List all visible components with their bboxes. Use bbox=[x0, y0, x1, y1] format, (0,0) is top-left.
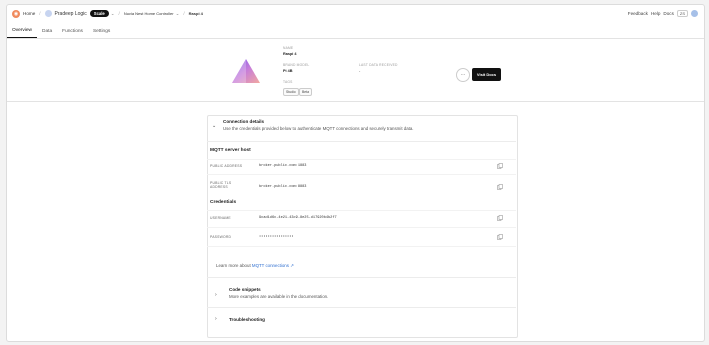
connection-description: Use the credentials provided below to au… bbox=[223, 126, 414, 131]
brand-field-label: BRAND MODEL bbox=[283, 63, 310, 67]
workspace-avatar bbox=[44, 10, 52, 17]
top-bar: ◉ Home / Pradeep Logic Scale ⌄ / Nuvia N… bbox=[7, 5, 704, 22]
tag-pill[interactable]: Studio bbox=[283, 88, 299, 96]
code-snippets-title[interactable]: Code snippets bbox=[229, 287, 261, 292]
code-snippets-description: More examples are available in the docum… bbox=[229, 294, 329, 299]
chevron-down-icon[interactable]: ⌄ bbox=[176, 11, 180, 17]
more-options-button[interactable]: ··· bbox=[456, 68, 470, 82]
chevron-down-icon[interactable]: ⌄ bbox=[212, 123, 216, 129]
plan-badge: Scale bbox=[89, 10, 109, 17]
troubleshooting-title[interactable]: Troubleshooting bbox=[229, 317, 265, 322]
copy-icon[interactable] bbox=[497, 234, 503, 240]
breadcrumb-separator: / bbox=[183, 11, 185, 16]
brand-field-value: Pi 4B bbox=[283, 69, 293, 73]
tab-overview[interactable]: Overview bbox=[7, 28, 37, 38]
home-logo-icon[interactable]: ◉ bbox=[12, 9, 20, 18]
feedback-link[interactable]: Feedback bbox=[628, 11, 648, 16]
tab-data[interactable]: Data bbox=[37, 29, 57, 38]
divider bbox=[207, 227, 516, 228]
help-link[interactable]: Help bbox=[651, 11, 660, 16]
username-value: 9cad1d6c-4e21-43c9-8e25-d17920b4b2f7 bbox=[259, 216, 337, 220]
name-field-label: NAME bbox=[283, 46, 294, 50]
connection-title: Connection details bbox=[223, 119, 265, 124]
divider bbox=[207, 210, 516, 211]
last-data-label: LAST DATA RECEIVED bbox=[359, 63, 398, 67]
divider bbox=[207, 174, 516, 175]
docs-link[interactable]: Docs bbox=[663, 11, 673, 16]
learn-more-text: Learn more about MQTT connections ↗ bbox=[216, 263, 294, 269]
public-tls-value: broker.public.com:8883 bbox=[259, 185, 307, 189]
breadcrumb-separator: / bbox=[39, 11, 41, 16]
public-address-label: PUBLIC ADDRESS bbox=[210, 164, 243, 168]
public-tls-label: PUBLIC TLS ADDRESS bbox=[210, 181, 231, 190]
tab-bar: Overview Data Functions Settings bbox=[7, 22, 704, 39]
device-prism-icon bbox=[232, 59, 260, 83]
copy-icon[interactable] bbox=[497, 215, 503, 221]
learn-more-prefix: Learn more about bbox=[216, 263, 251, 268]
external-link-icon[interactable]: ↗ bbox=[289, 263, 294, 268]
password-value: •••••••••••••••• bbox=[259, 235, 294, 239]
public-tls-label-line-2: ADDRESS bbox=[210, 185, 228, 190]
tab-functions[interactable]: Functions bbox=[57, 29, 88, 38]
divider bbox=[207, 159, 516, 160]
breadcrumb-separator: / bbox=[118, 11, 120, 16]
workspace-name[interactable]: Pradeep Logic bbox=[55, 11, 87, 17]
home-link[interactable]: Home bbox=[23, 11, 35, 16]
last-data-value: - bbox=[359, 69, 361, 73]
divider bbox=[207, 277, 516, 278]
mqtt-heading: MQTT server host bbox=[210, 148, 251, 153]
credentials-heading: Credentials bbox=[210, 200, 237, 205]
copy-icon[interactable] bbox=[497, 163, 503, 169]
user-menu-button[interactable]: ZS bbox=[676, 10, 688, 17]
chevron-right-icon[interactable]: › bbox=[215, 316, 217, 322]
chevron-down-icon[interactable]: ⌄ bbox=[111, 11, 115, 17]
divider bbox=[207, 141, 516, 142]
tags-label: TAGS bbox=[283, 80, 293, 84]
name-field-value: Raspi 4 bbox=[283, 52, 297, 56]
chevron-right-icon[interactable]: › bbox=[215, 292, 217, 298]
password-label: PASSWORD bbox=[210, 235, 232, 239]
app-window: ◉ Home / Pradeep Logic Scale ⌄ / Nuvia N… bbox=[6, 4, 705, 342]
public-tls-label-line-1: PUBLIC TLS bbox=[210, 181, 232, 185]
project-name[interactable]: Nuvia Nest Home Controller bbox=[124, 11, 174, 16]
username-label: USERNAME bbox=[210, 216, 231, 220]
device-name: Raspi 4 bbox=[188, 11, 203, 16]
mqtt-connections-link[interactable]: MQTT connections bbox=[252, 263, 289, 268]
visit-docs-button[interactable]: Visit Docs bbox=[472, 68, 501, 81]
device-summary bbox=[7, 39, 704, 102]
profile-avatar[interactable] bbox=[691, 10, 698, 17]
divider bbox=[207, 307, 516, 308]
tab-settings[interactable]: Settings bbox=[88, 29, 115, 38]
tag-pill[interactable]: Beta bbox=[299, 88, 312, 96]
public-address-value: broker.public.com:1883 bbox=[259, 164, 307, 168]
divider bbox=[207, 246, 516, 247]
copy-icon[interactable] bbox=[497, 184, 503, 190]
